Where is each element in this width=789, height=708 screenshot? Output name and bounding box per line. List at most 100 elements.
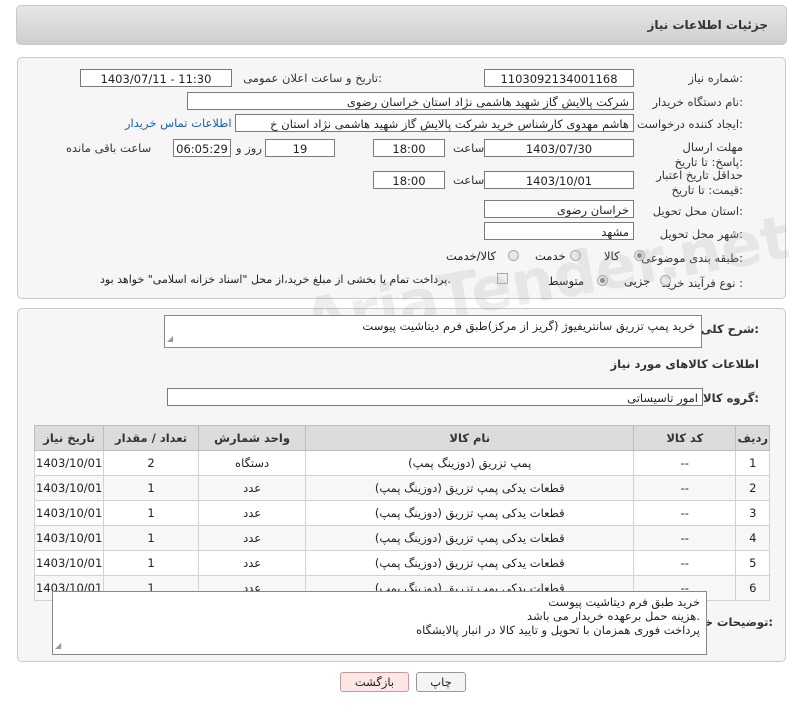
category-service-label: خدمت (535, 249, 566, 263)
item-unit: عدد (197, 475, 307, 501)
category-label: طبقه بندی موضوعی: (641, 251, 743, 265)
province-field[interactable]: خراسان رضوی (484, 200, 634, 218)
back-button[interactable]: بازگشت (340, 672, 409, 692)
deadline-label: مهلت ارسال پاسخ: تا تاریخ: (653, 140, 743, 170)
item-quantity: 1 (103, 550, 199, 576)
purchase-type-label: نوع فرآیند خرید : (661, 276, 743, 290)
purchase-medium-label: متوسط (548, 274, 585, 288)
row-number: 1 (735, 450, 770, 476)
treasury-checkbox[interactable] (497, 273, 508, 284)
province-label: استان محل تحویل: (652, 204, 743, 218)
item-code: -- (633, 500, 737, 526)
goods-table: ردیف کد کالا نام کالا واحد شمارش تعداد /… (33, 425, 770, 601)
remaining-label: ساعت باقی مانده (66, 141, 152, 155)
buyer-notes-line: خرید طبق فرم دیتاشیت پیوست (548, 595, 700, 609)
table-row[interactable]: 1 -- پمپ تزریق (دوزینگ پمپ) دستگاه 2 140… (33, 450, 770, 476)
col-item-name: نام کالا (305, 425, 635, 451)
row-number: 5 (735, 550, 770, 576)
goods-section-title: اطلاعات کالاهای مورد نیاز (610, 357, 759, 371)
validity-time-label: ساعت (453, 173, 485, 187)
deadline-date-field[interactable]: 1403/07/30 (484, 139, 634, 157)
item-quantity: 1 (103, 525, 199, 551)
item-name: قطعات یدکی پمپ تزریق (دوزینگ پمپ) (305, 525, 635, 551)
item-name: قطعات یدکی پمپ تزریق (دوزینگ پمپ) (305, 550, 635, 576)
page-title: جزئیات اطلاعات نیاز (647, 18, 768, 32)
city-label: شهر محل تحویل: (659, 227, 743, 241)
item-quantity: 1 (103, 475, 199, 501)
item-need-date: 1403/10/01 (33, 475, 105, 501)
validity-date-field[interactable]: 1403/10/01 (484, 171, 634, 189)
item-name: قطعات یدکی پمپ تزریق (دوزینگ پمپ) (305, 500, 635, 526)
row-number: 6 (735, 575, 770, 601)
deadline-time-field[interactable]: 18:00 (373, 139, 445, 157)
item-name: پمپ تزریق (دوزینگ پمپ) (305, 450, 635, 476)
goods-group-label: گروه کالا: (703, 391, 759, 405)
buyer-org-field[interactable]: شرکت پالایش گاز شهید هاشمی نژاد استان خر… (187, 92, 634, 110)
table-row[interactable]: 5 -- قطعات یدکی پمپ تزریق (دوزینگ پمپ) ع… (33, 550, 770, 576)
category-goods-label: کالا (604, 249, 620, 263)
row-number: 4 (735, 525, 770, 551)
category-both-label: کالا/خدمت (446, 249, 497, 263)
announce-label: تاریخ و ساعت اعلان عمومی: (243, 71, 382, 85)
creator-field[interactable]: هاشم مهدوی کارشناس خرید شرکت پالایش گاز … (235, 114, 634, 132)
item-quantity: 2 (103, 450, 199, 476)
goods-group-field[interactable]: امور تاسیساتی (167, 388, 703, 406)
row-number: 2 (735, 475, 770, 501)
category-radio-goods[interactable] (634, 250, 645, 261)
table-row[interactable]: 2 -- قطعات یدکی پمپ تزریق (دوزینگ پمپ) ع… (33, 475, 770, 501)
purchase-radio-minor[interactable] (660, 275, 671, 286)
item-unit: دستگاه (197, 450, 307, 476)
buyer-notes-line: هزینه حمل برعهده خریدار می باشد. (527, 609, 700, 623)
resize-grip-icon: ◢ (55, 641, 62, 650)
days-count-field[interactable]: 19 (265, 139, 335, 157)
creator-label: ایجاد کننده درخواست: (637, 117, 743, 131)
col-row-number: ردیف (735, 425, 770, 451)
print-button[interactable]: چاپ (416, 672, 466, 692)
announce-field[interactable]: 1403/07/11 - 11:30 (80, 69, 232, 87)
item-code: -- (633, 525, 737, 551)
deadline-time-label: ساعت (453, 141, 485, 155)
need-number-field[interactable]: 1103092134001168 (484, 69, 634, 87)
item-quantity: 1 (103, 500, 199, 526)
purchase-radio-medium[interactable] (597, 275, 608, 286)
item-code: -- (633, 550, 737, 576)
validity-label: حداقل تاریخ اعتبار قیمت: تا تاریخ: (623, 168, 743, 198)
item-unit: عدد (197, 500, 307, 526)
purchase-minor-label: جزیی (624, 274, 651, 288)
table-row[interactable]: 3 -- قطعات یدکی پمپ تزریق (دوزینگ پمپ) ع… (33, 500, 770, 526)
validity-time-field[interactable]: 18:00 (373, 171, 445, 189)
col-need-date: تاریخ نیاز (33, 425, 105, 451)
city-field[interactable]: مشهد (484, 222, 634, 240)
purchase-note: پرداخت تمام یا بخشی از مبلغ خرید،از محل … (100, 273, 451, 286)
table-row[interactable]: 4 -- قطعات یدکی پمپ تزریق (دوزینگ پمپ) ع… (33, 525, 770, 551)
row-number: 3 (735, 500, 770, 526)
summary-field[interactable]: خرید پمپ تزریق سانتریفیوژ (گریز از مرکز)… (164, 315, 702, 348)
remaining-time-field[interactable]: 06:05:29 (173, 139, 231, 157)
category-radio-both[interactable] (508, 250, 519, 261)
item-need-date: 1403/10/01 (33, 525, 105, 551)
item-need-date: 1403/10/01 (33, 500, 105, 526)
goods-table-header: ردیف کد کالا نام کالا واحد شمارش تعداد /… (33, 425, 770, 451)
buyer-notes-field[interactable]: خرید طبق فرم دیتاشیت پیوست هزینه حمل برع… (52, 591, 707, 655)
item-unit: عدد (197, 550, 307, 576)
buyer-org-label: نام دستگاه خریدار: (652, 95, 743, 109)
item-need-date: 1403/10/01 (33, 550, 105, 576)
col-item-code: کد کالا (633, 425, 737, 451)
validity-label-text: حداقل تاریخ اعتبار قیمت: تا تاریخ: (656, 168, 743, 197)
col-quantity: تعداد / مقدار (103, 425, 199, 451)
item-code: -- (633, 450, 737, 476)
deadline-label-text: مهلت ارسال پاسخ: تا تاریخ: (674, 140, 743, 169)
item-need-date: 1403/10/01 (33, 450, 105, 476)
need-number-label: شماره نیاز: (688, 71, 743, 85)
col-unit: واحد شمارش (197, 425, 307, 451)
buyer-contact-link[interactable]: اطلاعات تماس خریدار (125, 116, 232, 130)
summary-text: خرید پمپ تزریق سانتریفیوژ (گریز از مرکز)… (362, 319, 695, 333)
resize-grip-icon: ◢ (167, 334, 174, 343)
page-header: جزئیات اطلاعات نیاز (16, 5, 787, 45)
item-unit: عدد (197, 525, 307, 551)
buyer-notes-line: پرداخت فوری همزمان با تحویل و تایید کالا… (416, 623, 700, 637)
category-radio-service[interactable] (570, 250, 581, 261)
item-code: -- (633, 475, 737, 501)
item-name: قطعات یدکی پمپ تزریق (دوزینگ پمپ) (305, 475, 635, 501)
days-label: روز و (236, 141, 262, 155)
